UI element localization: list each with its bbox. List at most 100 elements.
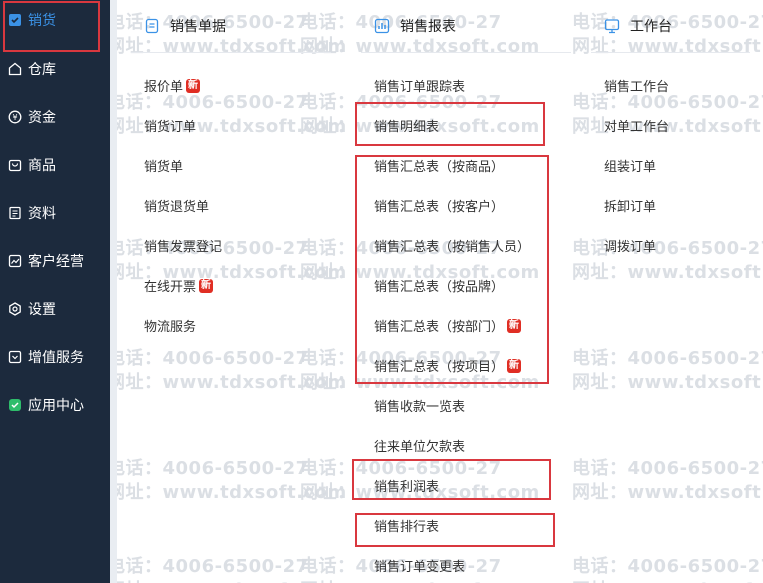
watermark-phone: 电话：4006-6500-27: [572, 238, 763, 259]
new-badge: 新: [199, 278, 214, 293]
watermark-phone: 电话：4006-6500-27: [117, 348, 309, 369]
menu-item-label: 销售发票登记: [144, 240, 223, 255]
new-badge: 新: [507, 358, 522, 373]
settings-icon: [8, 302, 22, 316]
new-badge: 新: [507, 318, 522, 333]
sidebar-item-sales[interactable]: 销货: [0, 1, 110, 39]
watermark-site: 网址：www.tdxsoft.com: [572, 576, 763, 583]
menu-item-label: 销售汇总表（按品牌）: [374, 280, 505, 295]
sidebar-item-label: 销货: [28, 13, 56, 29]
sidebar-item-goods[interactable]: 商品: [0, 146, 110, 184]
column-title: 销售单据: [170, 19, 226, 35]
sidebar-item-app-center[interactable]: 应用中心: [0, 386, 110, 424]
menu-item-label: 在线开票: [144, 280, 197, 295]
menu-item-sales-documents[interactable]: 销货订单: [144, 116, 196, 135]
menu-item-sales-documents[interactable]: 销货单: [144, 156, 183, 175]
menu-item-sales-reports[interactable]: 销售收款一览表: [374, 396, 465, 415]
sidebar-item-value-added[interactable]: 增值服务: [0, 338, 110, 376]
menu-item-label: 销售汇总表（按商品）: [374, 160, 505, 175]
column-title: 工作台: [630, 19, 672, 35]
menu-item-sales-reports[interactable]: 往来单位欠款表: [374, 436, 465, 455]
sidebar-item-customer-ops[interactable]: 客户经营: [0, 242, 110, 280]
watermark-phone: 电话：4006-6500-27: [117, 458, 309, 479]
menu-item-sales-reports[interactable]: 销售订单跟踪表: [374, 76, 465, 95]
menu-item-label: 销售工作台: [604, 80, 670, 95]
menu-item-sales-documents[interactable]: 在线开票新: [144, 276, 214, 295]
column-header-divider: [591, 52, 750, 53]
menu-item-label: 销售汇总表（按项目）: [374, 360, 505, 375]
menu-item-label: 销售订单跟踪表: [374, 80, 466, 95]
menu-item-workbench[interactable]: 对单工作台: [604, 116, 669, 135]
menu-item-sales-documents[interactable]: 物流服务: [144, 316, 196, 335]
sidebar-item-label: 设置: [28, 302, 56, 318]
menu-item-label: 调拨订单: [604, 240, 657, 255]
menu-item-sales-reports[interactable]: 销售汇总表（按部门）新: [374, 316, 522, 335]
warehouse-icon: [8, 62, 22, 76]
sidebar-item-settings[interactable]: 设置: [0, 290, 110, 328]
sidebar-divider: [110, 0, 117, 583]
value-added-icon: [8, 350, 22, 364]
report-chart-icon: [374, 18, 390, 34]
sidebar: 应用中心 增值服务 设置 客户经营 资料 商品 ¥ 资金 仓库 销货: [0, 0, 110, 583]
menu-item-label: 物流服务: [144, 320, 197, 335]
menu-item-sales-documents[interactable]: 报价单新: [144, 76, 201, 95]
menu-item-label: 销售排行表: [374, 520, 440, 535]
column-header-divider: [361, 52, 571, 53]
menu-item-sales-documents[interactable]: 销货退货单: [144, 196, 209, 215]
menu-item-sales-reports[interactable]: 销售汇总表（按销售人员）: [374, 236, 530, 255]
sidebar-item-funds[interactable]: ¥ 资金: [0, 98, 110, 136]
menu-item-label: 拆卸订单: [604, 200, 657, 215]
watermark-phone: 电话：4006-6500-27: [117, 556, 309, 577]
sidebar-item-label: 客户经营: [28, 254, 84, 270]
menu-item-label: 往来单位欠款表: [374, 440, 466, 455]
menu-item-workbench[interactable]: 销售工作台: [604, 76, 669, 95]
column-header-workbench: 工作台: [604, 16, 672, 36]
menu-item-sales-reports[interactable]: 销售汇总表（按商品）: [374, 156, 504, 175]
sidebar-item-label: 资料: [28, 206, 56, 222]
menu-item-workbench[interactable]: 拆卸订单: [604, 196, 656, 215]
funds-icon: ¥: [8, 110, 22, 124]
menu-item-label: 销售汇总表（按客户）: [374, 200, 505, 215]
workbench-icon: [604, 18, 620, 34]
watermark-site: 网址：www.tdxsoft.com: [572, 262, 763, 283]
menu-item-label: 销售利润表: [374, 480, 440, 495]
column-header-sales-documents: 销售单据: [144, 16, 226, 36]
menu-item-sales-reports[interactable]: 销售利润表: [374, 476, 439, 495]
column-title: 销售报表: [400, 19, 456, 35]
watermark-site: 网址：www.tdxsoft.com: [572, 482, 763, 503]
document-icon: [144, 18, 160, 34]
menu-item-label: 销货退货单: [144, 200, 210, 215]
customer-ops-icon: [8, 254, 22, 268]
watermark-phone: 电话：4006-6500-27: [572, 348, 763, 369]
menu-item-sales-reports[interactable]: 销售汇总表（按品牌）: [374, 276, 504, 295]
menu-item-workbench[interactable]: 组装订单: [604, 156, 656, 175]
menu-item-label: 对单工作台: [604, 120, 670, 135]
svg-text:¥: ¥: [12, 113, 17, 122]
menu-item-label: 销货单: [144, 160, 184, 175]
menu-item-label: 销售明细表: [374, 120, 440, 135]
menu-item-label: 销售订单变更表: [374, 560, 466, 575]
goods-icon: [8, 158, 22, 172]
menu-item-sales-reports[interactable]: 销售汇总表（按项目）新: [374, 356, 522, 375]
menu-item-label: 销售汇总表（按销售人员）: [374, 240, 531, 255]
sidebar-item-data[interactable]: 资料: [0, 194, 110, 232]
watermark-phone: 电话：4006-6500-27: [572, 556, 763, 577]
sidebar-item-label: 应用中心: [28, 398, 84, 414]
watermark-site: 网址：www.tdxsoft.com: [300, 576, 540, 583]
column-header-sales-reports: 销售报表: [374, 16, 456, 36]
data-icon: [8, 206, 22, 220]
menu-item-sales-documents[interactable]: 销售发票登记: [144, 236, 222, 255]
watermark-phone: 电话：4006-6500-27: [572, 458, 763, 479]
menu-item-sales-reports[interactable]: 销售汇总表（按客户）: [374, 196, 504, 215]
menu-item-label: 报价单: [144, 80, 184, 95]
watermark-site: 网址：www.tdxsoft.com: [572, 372, 763, 393]
menu-item-workbench[interactable]: 调拨订单: [604, 236, 656, 255]
sidebar-item-label: 资金: [28, 110, 56, 126]
menu-item-sales-reports[interactable]: 销售订单变更表: [374, 556, 465, 575]
app-center-icon: [8, 398, 22, 412]
menu-item-sales-reports[interactable]: 销售明细表: [374, 116, 439, 135]
sales-icon: [8, 13, 22, 27]
menu-item-sales-reports[interactable]: 销售排行表: [374, 516, 439, 535]
sidebar-item-warehouse[interactable]: 仓库: [0, 50, 110, 88]
menu-item-label: 销售收款一览表: [374, 400, 466, 415]
